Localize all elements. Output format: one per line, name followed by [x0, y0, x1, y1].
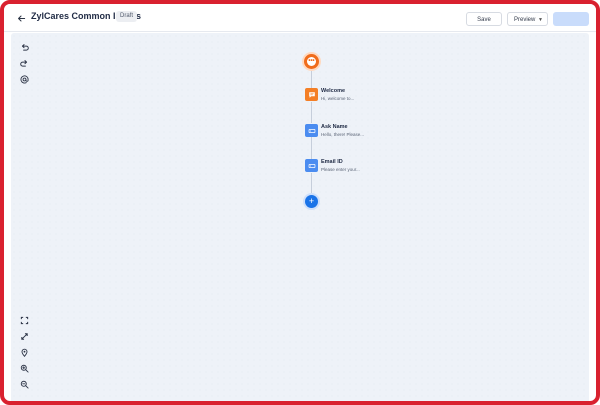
- location-pin-icon[interactable]: [17, 345, 31, 359]
- node-title-email-id[interactable]: Email ID: [321, 159, 343, 165]
- chevron-down-icon: ▼: [538, 17, 543, 23]
- node-subtitle-email-id: Please enter your...: [321, 167, 360, 172]
- bot-face: •••: [307, 57, 316, 66]
- expand-icon[interactable]: [17, 329, 31, 343]
- undo-icon[interactable]: [17, 40, 31, 54]
- app-window: ZylCares Common Issues Draft Save Previe…: [0, 0, 600, 405]
- connector-line: [311, 137, 312, 159]
- connector-line: [311, 102, 312, 123]
- bot-start-icon[interactable]: •••: [304, 54, 319, 69]
- publish-button[interactable]: [553, 12, 589, 26]
- flow-canvas[interactable]: [11, 33, 589, 401]
- node-title-welcome[interactable]: Welcome: [321, 88, 345, 94]
- connector-line: [311, 173, 312, 194]
- zoom-out-icon[interactable]: [17, 377, 31, 391]
- connector-line: [311, 70, 312, 88]
- preview-dropdown[interactable]: Preview ▼: [507, 12, 548, 26]
- status-badge: Draft: [116, 11, 138, 22]
- node-subtitle-welcome: Hi, welcome to...: [321, 96, 355, 101]
- node-title-ask-name[interactable]: Ask Name: [321, 124, 348, 130]
- preview-label: Preview: [514, 17, 536, 23]
- fit-screen-icon[interactable]: [17, 313, 31, 327]
- back-arrow-icon[interactable]: [14, 11, 28, 25]
- redo-icon[interactable]: [17, 56, 31, 70]
- message-icon[interactable]: [305, 88, 318, 101]
- input-icon[interactable]: [305, 159, 318, 172]
- save-button[interactable]: Save: [466, 12, 502, 26]
- header-bar: ZylCares Common Issues Draft Save Previe…: [4, 4, 596, 32]
- node-subtitle-ask-name: Hello, there! Please...: [321, 132, 365, 137]
- zoom-in-icon[interactable]: [17, 361, 31, 375]
- input-icon[interactable]: [305, 124, 318, 137]
- plus-icon[interactable]: +: [305, 195, 318, 208]
- at-icon[interactable]: [17, 72, 31, 86]
